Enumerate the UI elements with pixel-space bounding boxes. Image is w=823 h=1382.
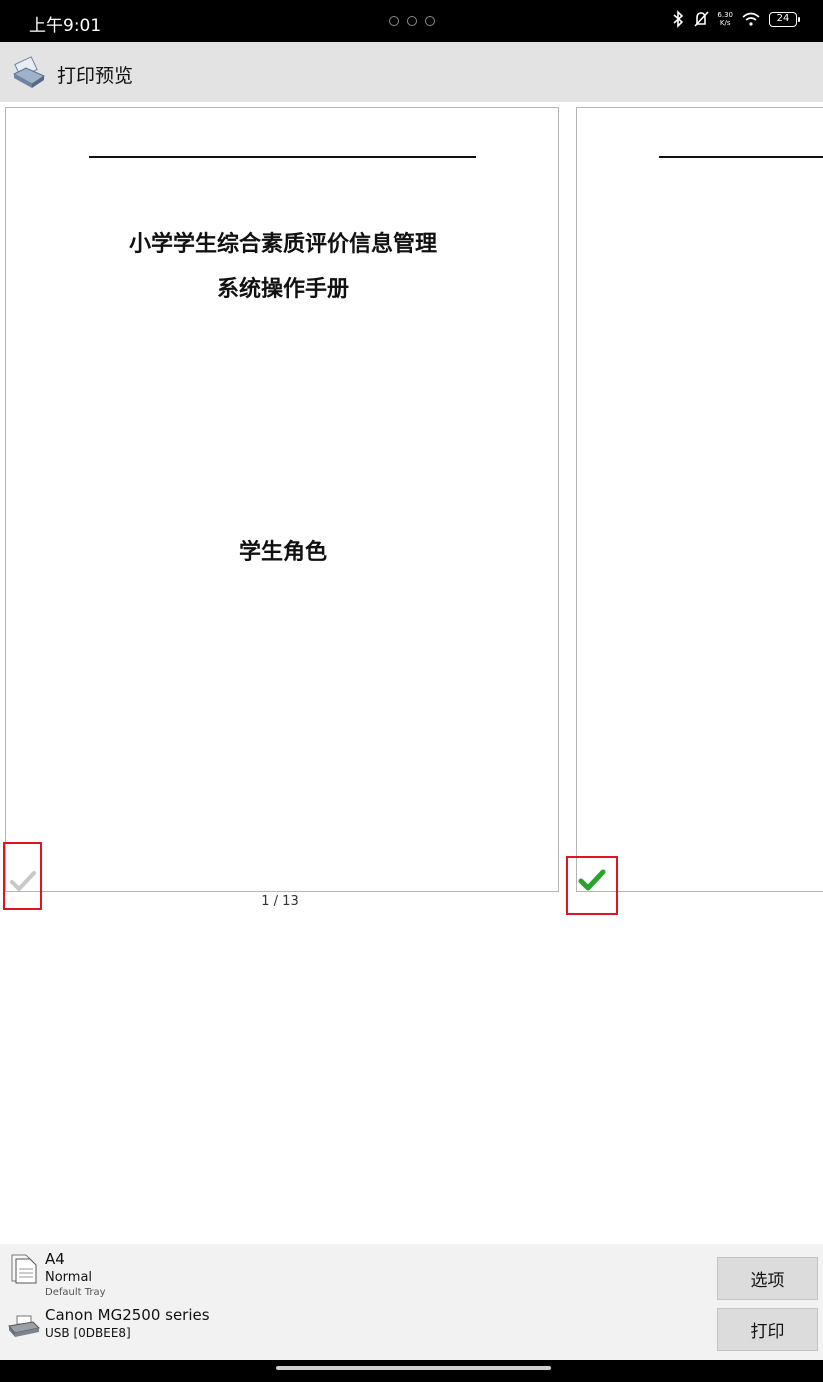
preview-page-2[interactable] <box>576 107 823 892</box>
status-dot <box>389 16 399 26</box>
document-title-line-2: 系统操作手册 <box>216 277 349 302</box>
paper-size: A4 <box>45 1250 65 1268</box>
net-speed-unit: K/s <box>719 19 731 27</box>
checkmark-icon <box>10 871 36 891</box>
paper-document-icon <box>11 1254 37 1284</box>
wifi-icon <box>742 12 760 26</box>
home-gesture-handle[interactable] <box>276 1366 551 1370</box>
status-dot <box>407 16 417 26</box>
bell-off-icon <box>694 11 709 27</box>
printer-scanner-icon <box>12 56 46 88</box>
bluetooth-icon <box>673 10 684 28</box>
page-2-select-toggle[interactable] <box>566 856 618 915</box>
checkmark-icon <box>578 869 606 891</box>
document-role: 学生角色 <box>238 540 327 565</box>
document-title-line-1: 小学学生综合素质评价信息管理 <box>128 232 437 257</box>
preview-area[interactable]: 小学学生综合素质评价信息管理 系统操作手册 学生角色 1 / 13 <box>0 102 823 1244</box>
paper-type: Normal <box>45 1270 93 1285</box>
printer-icon <box>8 1315 41 1337</box>
page-header-rule <box>89 156 476 158</box>
app-header: 打印预览 <box>0 42 823 102</box>
status-dot <box>425 16 435 26</box>
printer-name: Canon MG2500 series <box>45 1306 210 1324</box>
status-icons: 6.30 K/s 24 <box>671 10 800 28</box>
print-button[interactable]: 打印 <box>717 1308 818 1351</box>
net-speed: 6.30 K/s <box>717 11 733 27</box>
printer-port: USB [0DBEE8] <box>45 1326 131 1340</box>
options-button[interactable]: 选项 <box>717 1257 818 1300</box>
net-speed-value: 6.30 <box>717 11 733 19</box>
battery-indicator: 24 <box>769 11 800 27</box>
paper-tray: Default Tray <box>45 1287 106 1298</box>
status-dots <box>389 16 435 26</box>
page-header-rule <box>659 156 823 158</box>
page-title: 打印预览 <box>57 65 134 87</box>
page-1-select-toggle[interactable] <box>3 842 42 910</box>
print-settings-panel: A4 Normal Default Tray Canon MG2500 seri… <box>0 1244 823 1360</box>
preview-page-1[interactable]: 小学学生综合素质评价信息管理 系统操作手册 学生角色 <box>5 107 559 892</box>
navigation-bar <box>0 1360 823 1382</box>
status-time: 上午9:01 <box>29 16 102 36</box>
page-counter: 1 / 13 <box>261 894 299 909</box>
status-bar: 上午9:01 6.30 K/s 24 <box>0 0 823 42</box>
